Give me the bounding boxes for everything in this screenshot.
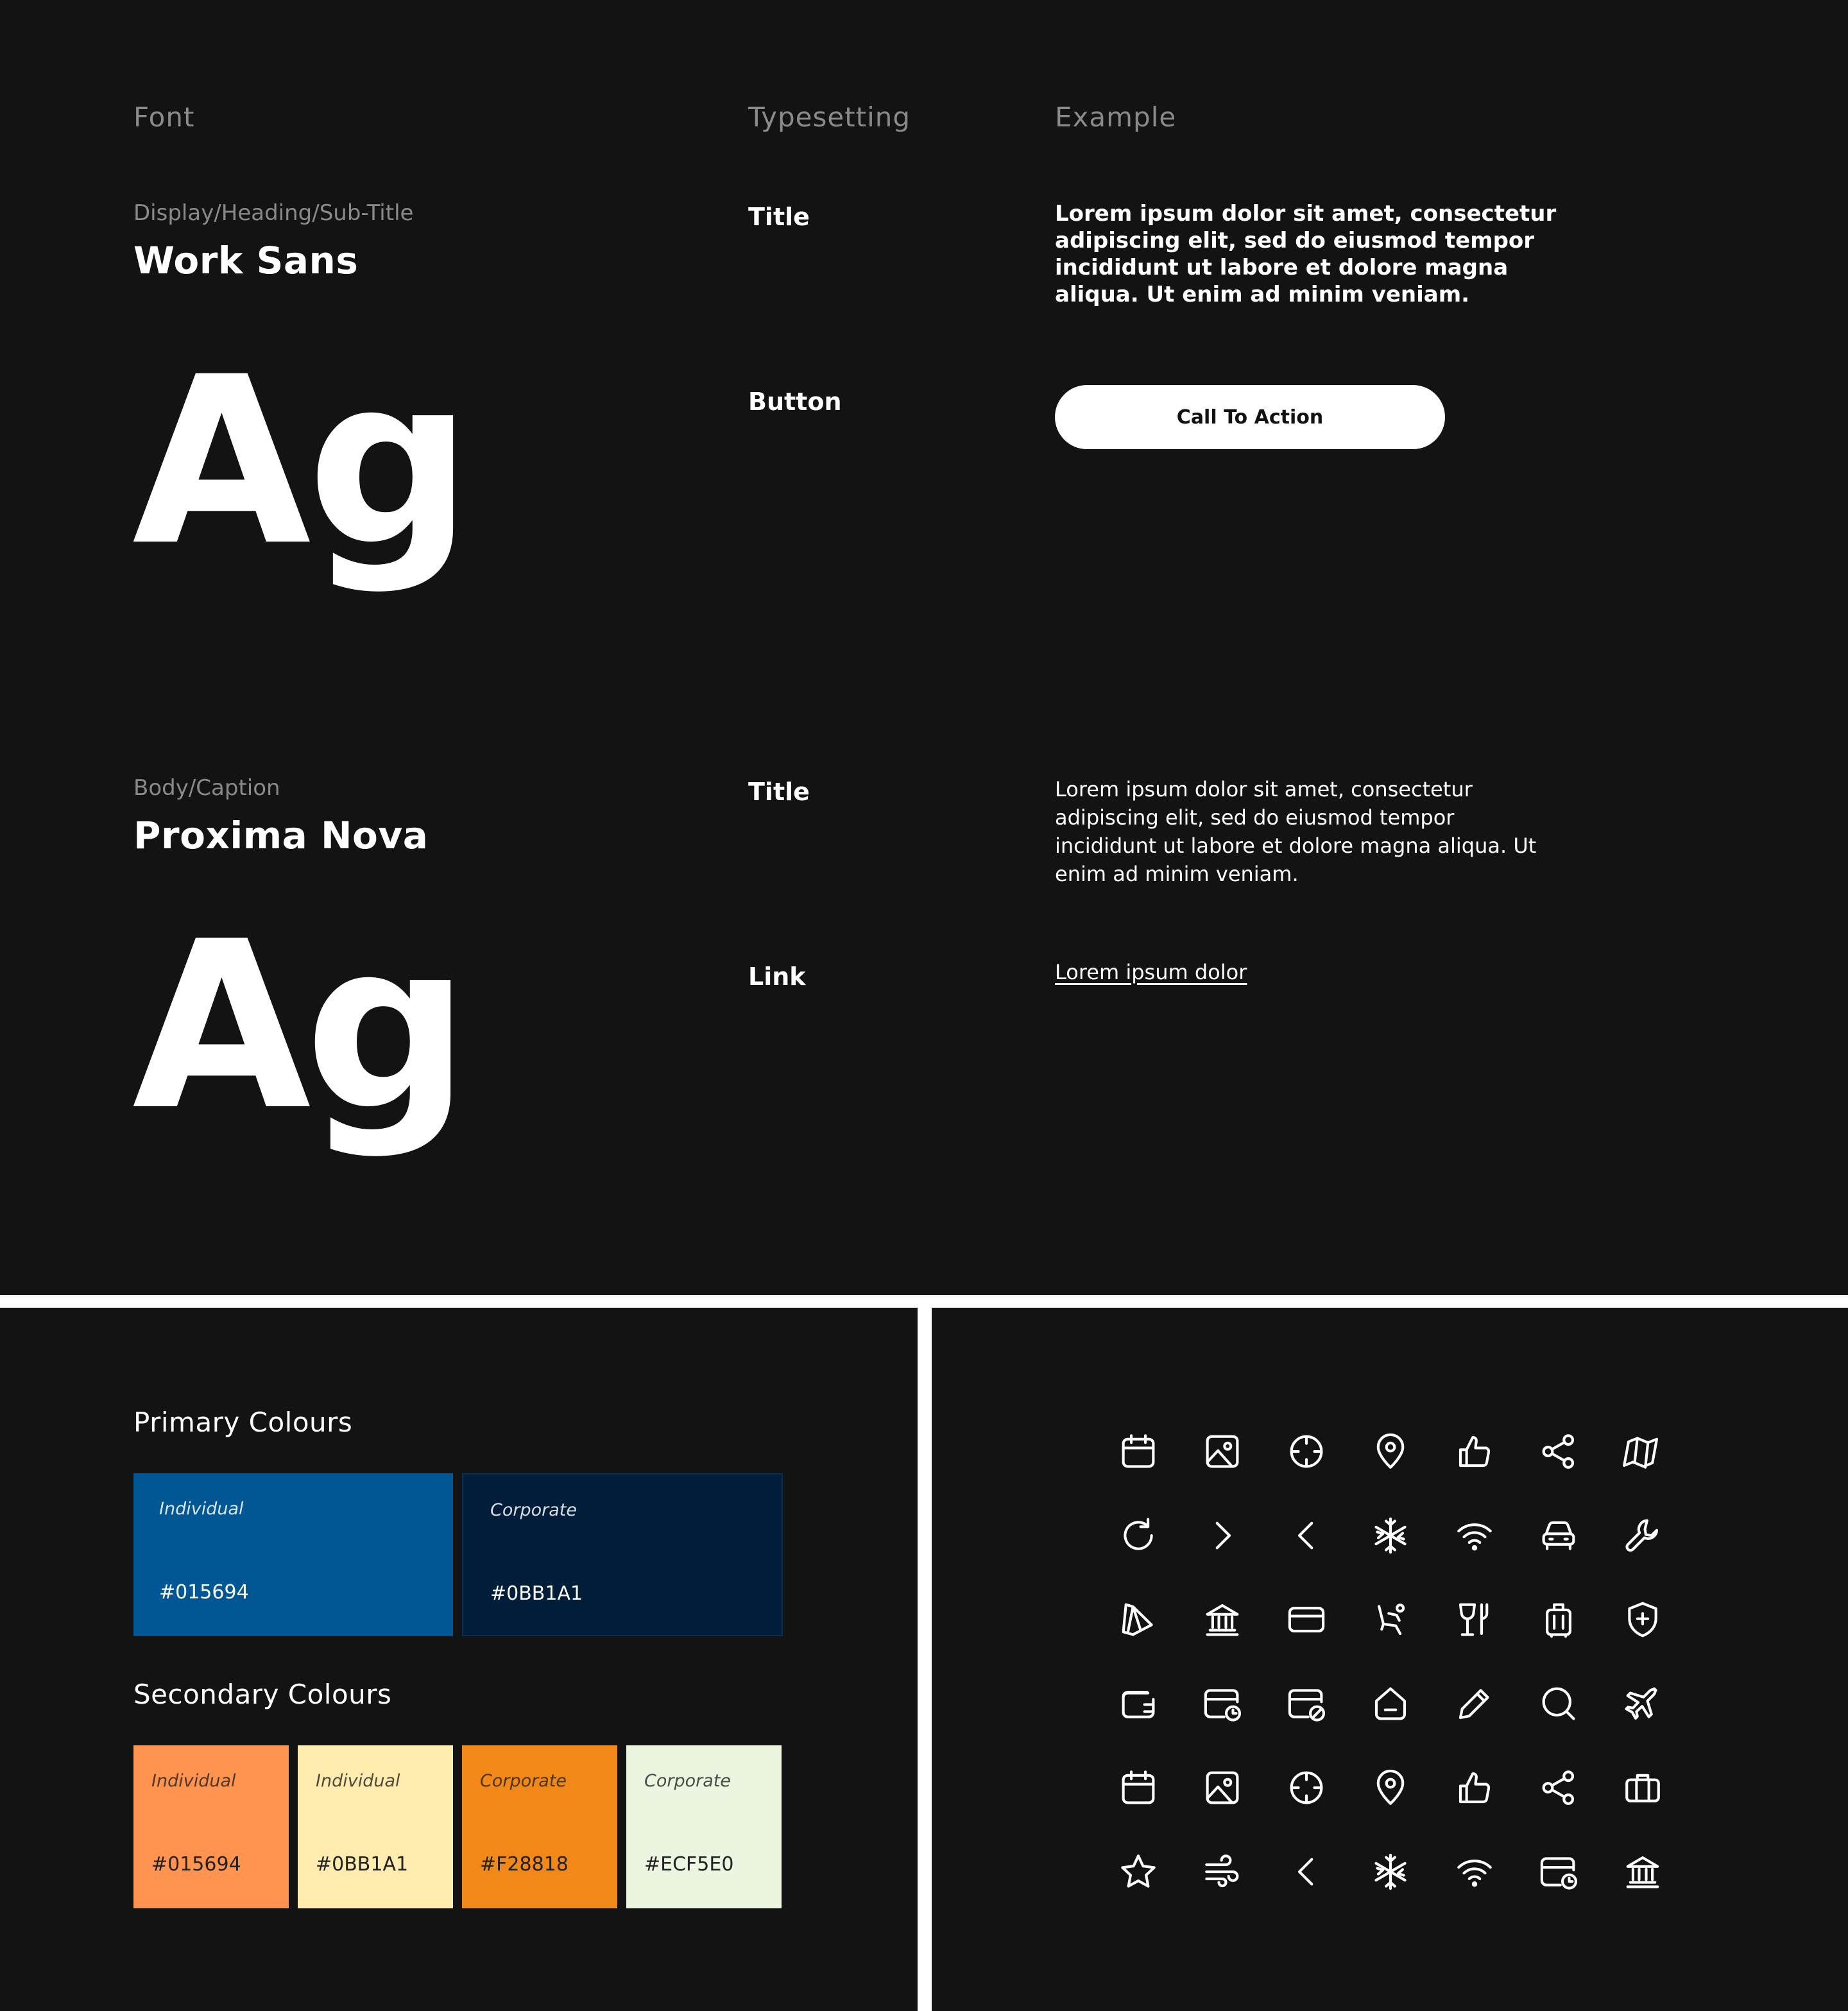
secondary-font-name: Proxima Nova <box>133 814 429 857</box>
share-icon <box>1537 1767 1580 1809</box>
refresh-icon <box>1117 1514 1159 1557</box>
seat-icon <box>1369 1598 1412 1641</box>
primary-swatch-corporate: Corporate #0BB1A1 <box>462 1473 783 1636</box>
primary-title-example: Lorem ipsum dolor sit amet, consectetur … <box>1055 201 1557 307</box>
wifi-icon <box>1453 1514 1496 1557</box>
primary-title-label: Title <box>748 203 810 231</box>
call-to-action-button[interactable]: Call To Action <box>1055 385 1445 449</box>
card-clock-icon <box>1537 1851 1580 1893</box>
colour-panel: Primary Colours Individual #015694 Corpo… <box>0 1308 918 2011</box>
star-icon <box>1117 1851 1159 1893</box>
swatch-hex: #0BB1A1 <box>316 1853 409 1876</box>
plane-icon <box>1621 1682 1664 1725</box>
credit-card-icon <box>1285 1598 1328 1641</box>
bank-icon <box>1201 1598 1244 1641</box>
primary-colours-title: Primary Colours <box>133 1407 353 1438</box>
image-icon <box>1201 1430 1244 1473</box>
link-label: Link <box>748 963 806 991</box>
image-icon <box>1201 1767 1244 1809</box>
luggage-icon <box>1537 1598 1580 1641</box>
car-icon <box>1537 1514 1580 1557</box>
primary-swatch-individual: Individual #015694 <box>133 1473 453 1636</box>
secondary-font-sample: Ag <box>132 892 470 1161</box>
primary-font-name: Work Sans <box>133 239 359 282</box>
wifi-icon <box>1453 1851 1496 1893</box>
swatch-hex: #F28818 <box>480 1853 569 1876</box>
secondary-swatch-individual-2: Individual #0BB1A1 <box>298 1745 453 1908</box>
icon-panel <box>932 1308 1848 2011</box>
example-column-header: Example <box>1055 101 1177 133</box>
calendar-icon <box>1117 1430 1159 1473</box>
swatch-label: Corporate <box>644 1771 731 1791</box>
swatch-label: Individual <box>159 1499 244 1519</box>
typesetting-column-header: Typesetting <box>748 101 911 133</box>
wind-icon <box>1201 1851 1244 1893</box>
swatch-label: Individual <box>151 1771 236 1791</box>
swatch-label: Corporate <box>490 1500 577 1520</box>
swatch-hex: #015694 <box>151 1853 241 1876</box>
pencil-icon <box>1453 1682 1496 1725</box>
snowflake-icon <box>1369 1851 1412 1893</box>
example-link[interactable]: Lorem ipsum dolor <box>1055 960 1247 984</box>
tag-arrow-icon <box>1117 1598 1159 1641</box>
secondary-font-category: Body/Caption <box>133 775 280 801</box>
secondary-colours-title: Secondary Colours <box>133 1679 392 1710</box>
primary-font-category: Display/Heading/Sub-Title <box>133 200 414 226</box>
home-icon <box>1369 1682 1412 1725</box>
typography-panel: Font Typesetting Example Display/Heading… <box>0 0 1848 1295</box>
secondary-body-example: Lorem ipsum dolor sit amet, consectetur … <box>1055 777 1537 886</box>
crosshair-icon <box>1285 1767 1328 1809</box>
button-label: Button <box>748 388 842 416</box>
chevron-right-icon <box>1201 1514 1244 1557</box>
secondary-swatch-corporate-2: Corporate #ECF5E0 <box>626 1745 782 1908</box>
thumbs-up-icon <box>1453 1430 1496 1473</box>
primary-font-sample: Ag <box>132 327 472 596</box>
swatch-label: Corporate <box>480 1771 567 1791</box>
snowflake-icon <box>1369 1514 1412 1557</box>
map-icon <box>1621 1430 1664 1473</box>
card-blocked-icon <box>1285 1682 1328 1725</box>
crosshair-icon <box>1285 1430 1328 1473</box>
briefcase-icon <box>1621 1767 1664 1809</box>
share-icon <box>1537 1430 1580 1473</box>
secondary-swatch-corporate-1: Corporate #F28818 <box>462 1745 617 1908</box>
map-pin-icon <box>1369 1430 1412 1473</box>
font-column-header: Font <box>133 101 195 133</box>
wrench-icon <box>1621 1514 1664 1557</box>
swatch-hex: #015694 <box>159 1581 249 1604</box>
bank-icon <box>1621 1851 1664 1893</box>
shield-plus-icon <box>1621 1598 1664 1641</box>
calendar-icon <box>1117 1767 1159 1809</box>
wallet-icon <box>1117 1682 1159 1725</box>
map-pin-icon <box>1369 1767 1412 1809</box>
swatch-hex: #0BB1A1 <box>490 1582 583 1605</box>
chevron-left-icon <box>1285 1851 1328 1893</box>
swatch-label: Individual <box>316 1771 400 1791</box>
drinks-icon <box>1453 1598 1496 1641</box>
chevron-left-icon <box>1285 1514 1328 1557</box>
card-clock-icon <box>1201 1682 1244 1725</box>
search-icon <box>1537 1682 1580 1725</box>
secondary-swatch-individual-1: Individual #015694 <box>133 1745 289 1908</box>
secondary-title-label: Title <box>748 778 810 806</box>
swatch-hex: #ECF5E0 <box>644 1853 734 1876</box>
thumbs-up-icon <box>1453 1767 1496 1809</box>
